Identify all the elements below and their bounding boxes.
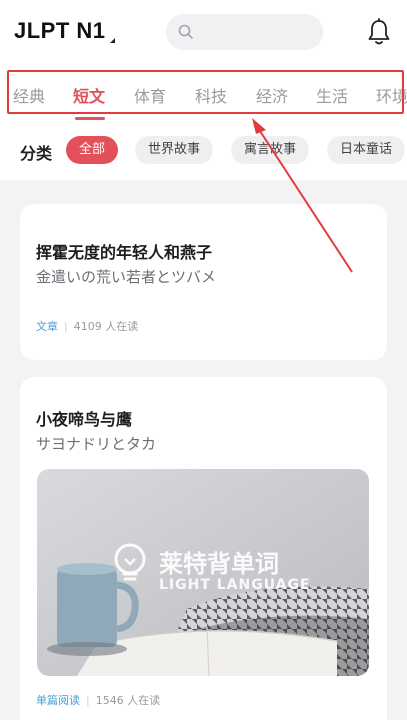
tab-classic[interactable]: 经典	[13, 83, 45, 107]
article-card[interactable]: 挥霍无度的年轻人和燕子 金遣いの荒い若者とツバメ 文章 | 4109 人在读	[20, 204, 387, 360]
tab-sports[interactable]: 体育	[134, 83, 166, 107]
watermark-brand-en: LIGHT LANGUAGE	[159, 577, 311, 593]
article-subtitle: 金遣いの荒い若者とツバメ	[36, 268, 217, 286]
tab-life[interactable]: 生活	[316, 83, 348, 107]
notification-bell-icon[interactable]	[366, 18, 392, 46]
chip-world-stories[interactable]: 世界故事	[135, 136, 213, 164]
tab-environment[interactable]: 环境	[376, 83, 407, 107]
app-header: JLPT N1	[0, 0, 407, 64]
article-meta: 文章 | 4109 人在读	[36, 318, 138, 334]
article-title: 小夜啼鸟与鹰	[36, 410, 133, 429]
category-filter-row: 分类 全部 世界故事 寓言故事 日本童话	[0, 120, 407, 180]
reader-count: 1546 人在读	[95, 694, 161, 707]
article-title: 挥霍无度的年轻人和燕子	[36, 243, 213, 262]
chip-japanese-fairy-tales[interactable]: 日本童话	[327, 136, 405, 164]
article-tag: 文章	[36, 320, 58, 333]
article-meta: 单篇阅读 | 1546 人在读	[36, 692, 160, 708]
search-input[interactable]	[166, 14, 323, 50]
article-cover-image[interactable]: 莱特背单词 LIGHT LANGUAGE	[37, 469, 369, 676]
meta-divider: |	[64, 320, 68, 333]
topic-tab-bar: 经典 短文 体育 科技 经济 生活 环境	[0, 64, 407, 120]
article-subtitle: サヨナドリとタカ	[36, 435, 157, 453]
article-card[interactable]: 小夜啼鸟与鹰 サヨナドリとタカ 莱特背单词 LIGHT LANGUAGE 单篇阅…	[20, 377, 387, 720]
category-label: 分类	[20, 144, 53, 163]
chip-fables[interactable]: 寓言故事	[231, 136, 309, 164]
tab-economy[interactable]: 经济	[256, 83, 288, 107]
tab-short-text[interactable]: 短文	[73, 83, 105, 107]
article-tag: 单篇阅读	[36, 694, 80, 707]
reader-count: 4109 人在读	[73, 320, 139, 333]
chip-all[interactable]: 全部	[66, 136, 118, 164]
level-dropdown-caret-icon[interactable]	[110, 38, 115, 43]
watermark-brand: 莱特背单词	[159, 550, 279, 578]
search-icon	[178, 24, 193, 39]
meta-divider: |	[86, 694, 90, 707]
lightbulb-logo-icon	[114, 543, 146, 581]
app-title[interactable]: JLPT N1	[14, 18, 106, 44]
tab-technology[interactable]: 科技	[195, 83, 227, 107]
